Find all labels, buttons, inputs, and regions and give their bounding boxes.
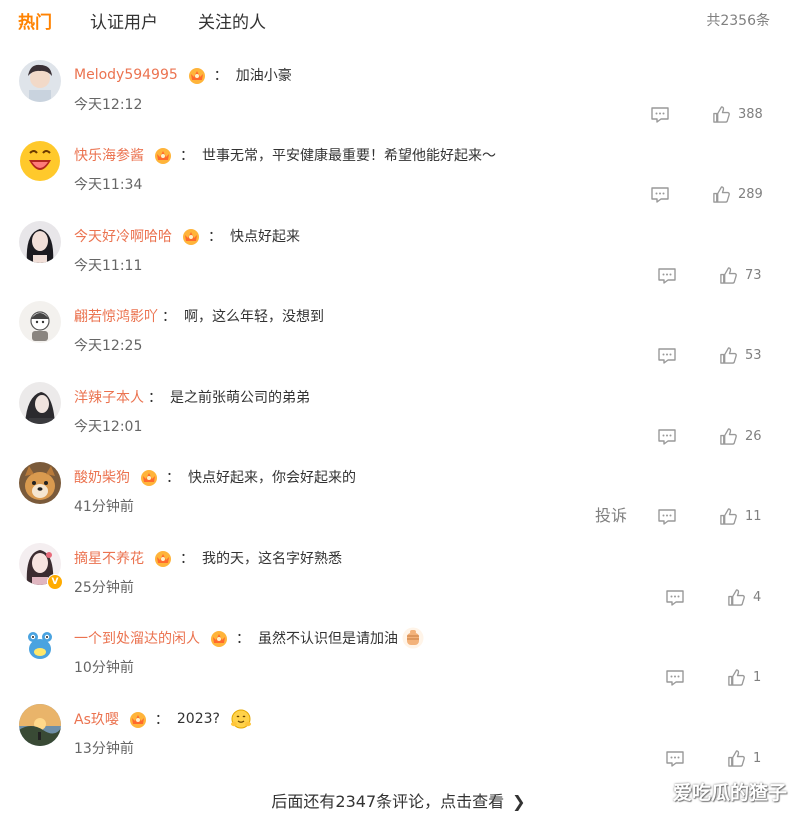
thumbs-up-icon: [712, 105, 731, 124]
like-button[interactable]: 388: [712, 104, 763, 124]
thumbs-up-icon: [719, 427, 738, 446]
comment-time: 41分钟前: [74, 499, 134, 515]
avatar[interactable]: [19, 462, 61, 504]
comment-text: 快点好起来: [230, 229, 300, 245]
comment-bubble-icon[interactable]: [657, 508, 677, 526]
comment-text: 加油小豪: [235, 68, 292, 84]
comment-item: 洋辣子本人 ： 是之前张萌公司的弟弟 今天12:01 26: [0, 382, 797, 462]
thumbs-up-icon: [719, 266, 738, 285]
like-count: 289: [738, 186, 763, 202]
member-crown-icon: [152, 548, 174, 568]
like-count: 1: [753, 750, 762, 766]
comment-username[interactable]: 洋辣子本人: [74, 387, 144, 407]
like-button[interactable]: 73: [719, 265, 762, 285]
tab-verified-users[interactable]: 认证用户: [90, 8, 158, 33]
comment-item: As玖嘤 ： 2023? 13分钟前 1: [0, 704, 797, 784]
avatar[interactable]: [19, 382, 61, 424]
comment-text: 我的天，这名字好熟悉: [202, 551, 342, 567]
like-count: 1: [753, 669, 762, 685]
comment-username[interactable]: As玖嘤: [74, 709, 119, 729]
comment-item: Melody594995 ： 加油小豪 今天12:12 388: [0, 60, 797, 140]
comment-username[interactable]: 快乐海参酱: [74, 145, 144, 165]
member-crown-icon: [180, 226, 202, 246]
member-crown-icon: [127, 709, 149, 729]
like-count: 73: [745, 267, 762, 283]
comment-total-count: 共2356条: [706, 13, 770, 29]
comment-bubble-icon[interactable]: [657, 428, 677, 446]
comment-bubble-icon[interactable]: [650, 186, 670, 204]
comment-username[interactable]: 翩若惊鸿影吖: [74, 306, 158, 326]
like-button[interactable]: 11: [719, 506, 762, 526]
watermark: 爱吃瓜的猹子: [672, 782, 787, 804]
comment-username[interactable]: 今天好冷啊哈哈: [74, 226, 172, 246]
like-button[interactable]: 1: [727, 748, 761, 768]
like-button[interactable]: 53: [719, 345, 762, 365]
comment-time: 25分钟前: [74, 580, 134, 596]
thumbs-up-icon: [727, 588, 746, 607]
avatar[interactable]: [19, 140, 61, 182]
comment-username[interactable]: Melody594995: [74, 67, 178, 83]
like-count: 388: [738, 106, 763, 122]
thumbs-up-icon: [727, 668, 746, 687]
view-more-label: 后面还有2347条评论，点击查看: [271, 792, 505, 811]
comment-time: 今天12:25: [74, 338, 143, 354]
thumbs-up-icon: [727, 749, 746, 768]
chevron-right-icon: ❯: [512, 792, 526, 811]
like-count: 26: [745, 428, 762, 444]
avatar[interactable]: [19, 623, 61, 665]
like-button[interactable]: 4: [727, 587, 761, 607]
comment-item: V 摘星不养花 ： 我的天，这名字好熟悉 25分钟前 4: [0, 543, 797, 623]
comment-item: 今天好冷啊哈哈 ： 快点好起来 今天11:11 73: [0, 221, 797, 301]
comment-bubble-icon[interactable]: [665, 750, 685, 768]
comment-tabs: 热门 认证用户 关注的人 共2356条: [0, 0, 797, 40]
comment-username[interactable]: 摘星不养花: [74, 548, 144, 568]
comment-time: 今天12:01: [74, 419, 143, 435]
comment-item: 翩若惊鸿影吖 ： 啊，这么年轻，没想到 今天12:25 53: [0, 301, 797, 381]
member-crown-icon: [208, 628, 230, 648]
fist-emoji-icon: [402, 627, 424, 649]
comment-item: 酸奶柴狗 ： 快点好起来，你会好起来的 41分钟前 投诉 11: [0, 462, 797, 542]
comment-time: 今天12:12: [74, 97, 143, 113]
comment-time: 13分钟前: [74, 741, 134, 757]
comment-item: 快乐海参酱 ： 世事无常，平安健康最重要！希望他能好起来～ 今天11:34 28…: [0, 140, 797, 220]
comment-time: 今天11:34: [74, 177, 143, 193]
hugging-emoji-icon: [230, 708, 252, 730]
comment-bubble-icon[interactable]: [665, 589, 685, 607]
verified-badge-icon: V: [47, 574, 63, 590]
thumbs-up-icon: [719, 346, 738, 365]
like-button[interactable]: 1: [727, 667, 761, 687]
like-count: 4: [753, 589, 762, 605]
comment-time: 今天11:11: [74, 258, 143, 274]
comment-text: 世事无常，平安健康最重要！希望他能好起来～: [202, 148, 496, 164]
comment-text: 是之前张萌公司的弟弟: [170, 390, 310, 406]
member-crown-icon: [186, 65, 208, 85]
thumbs-up-icon: [712, 185, 731, 204]
comment-text: 2023?: [176, 711, 220, 727]
comment-username[interactable]: 酸奶柴狗: [74, 467, 130, 487]
comment-bubble-icon[interactable]: [665, 669, 685, 687]
comment-bubble-icon[interactable]: [650, 106, 670, 124]
comment-bubble-icon[interactable]: [657, 267, 677, 285]
tab-hot[interactable]: 热门: [18, 8, 52, 33]
comment-time: 10分钟前: [74, 660, 134, 676]
like-button[interactable]: 289: [712, 184, 763, 204]
like-button[interactable]: 26: [719, 426, 762, 446]
avatar[interactable]: [19, 704, 61, 746]
avatar[interactable]: [19, 301, 61, 343]
comment-bubble-icon[interactable]: [657, 347, 677, 365]
comment-username[interactable]: 一个到处溜达的闲人: [74, 628, 200, 648]
thumbs-up-icon: [719, 507, 738, 526]
avatar[interactable]: [19, 221, 61, 263]
comment-item: 一个到处溜达的闲人 ： 虽然不认识但是请加油 10分钟前 1: [0, 623, 797, 703]
like-count: 53: [745, 347, 762, 363]
report-button[interactable]: 投诉: [595, 502, 627, 526]
comment-text: 虽然不认识但是请加油: [258, 631, 398, 647]
member-crown-icon: [138, 467, 160, 487]
comment-text: 快点好起来，你会好起来的: [188, 470, 356, 486]
like-count: 11: [745, 508, 762, 524]
avatar[interactable]: [19, 60, 61, 102]
tab-following[interactable]: 关注的人: [198, 8, 266, 33]
member-crown-icon: [152, 145, 174, 165]
comment-text: 啊，这么年轻，没想到: [184, 309, 324, 325]
